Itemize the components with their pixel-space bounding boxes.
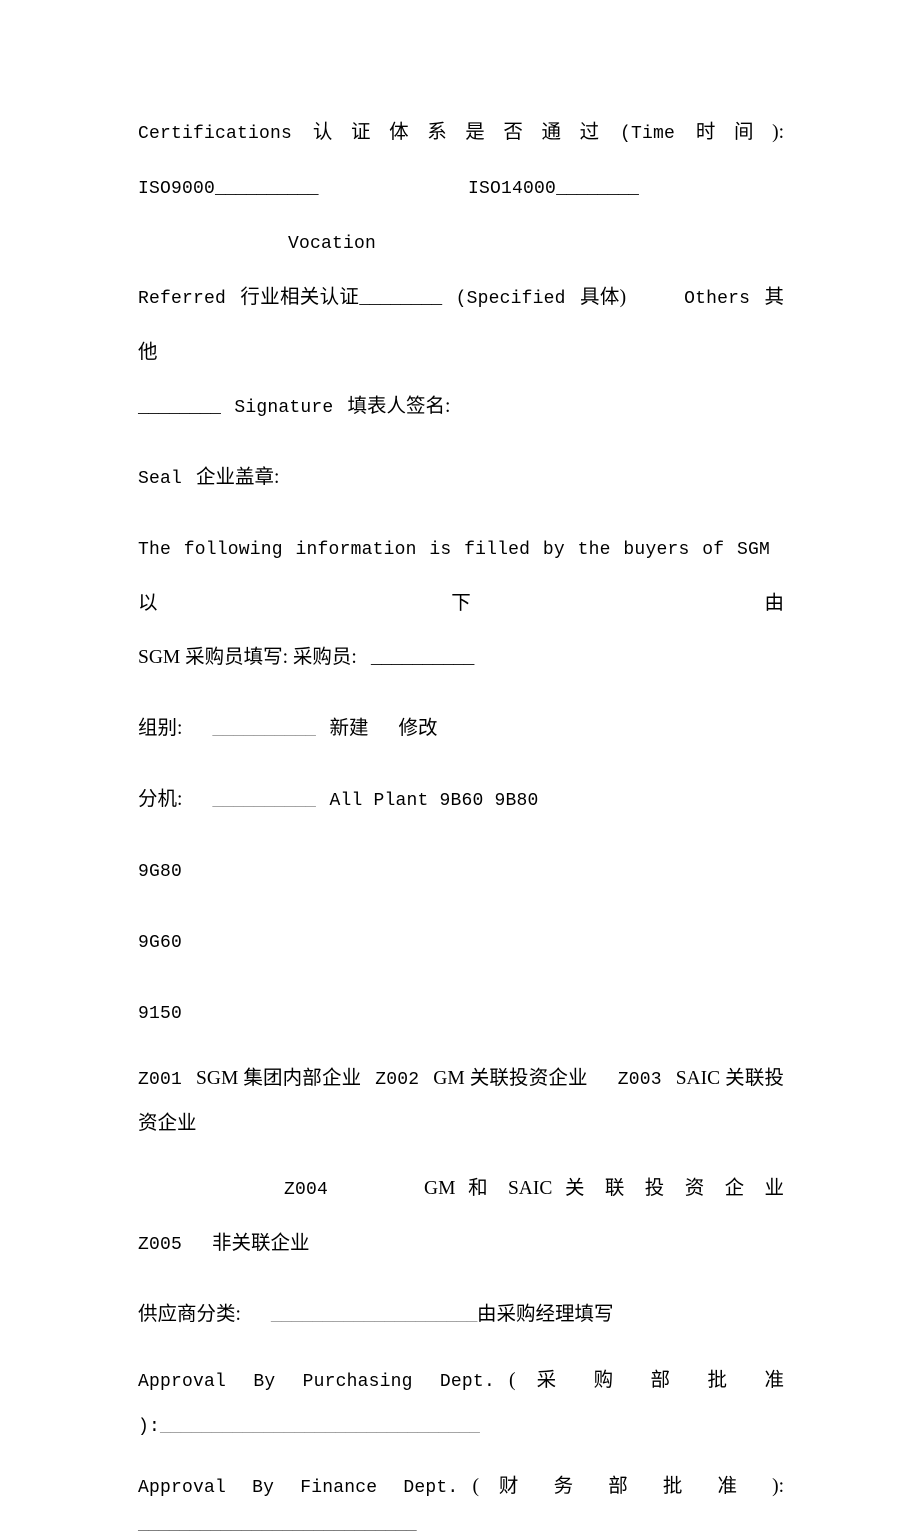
iso14000-label: ISO14000 [468, 179, 557, 199]
approval-finance-en: Approval By Finance Dept. [138, 1478, 459, 1498]
certifications-line-4: ________ Signature 填表人签名: [138, 380, 784, 435]
approval-finance-paragraph: Approval By Finance Dept.( 财 务 部 批 准 ): … [138, 1465, 784, 1540]
specified-zh: 具体) [579, 287, 627, 308]
approval-purchasing-en: Approval By Purchasing Dept. [138, 1372, 495, 1392]
extension-blank[interactable]: __________ [212, 791, 316, 811]
plant-code-2-paragraph: 9150 [138, 986, 784, 1041]
group-blank[interactable]: __________ [212, 720, 316, 740]
extension-label: 分机: [138, 789, 183, 810]
vendor-class-z003-label-line2: 资企业 [138, 1113, 197, 1134]
vendor-class-paragraph: Z001 SGM 集团内部企业 Z002 GM 关联投资企业 Z003 SAIC 关联投 … [138, 1057, 784, 1146]
supplier-category-label: 供应商分类: [138, 1304, 241, 1325]
approval-finance-line-1: Approval By Finance Dept. ( 财 务 部 批 准 ): [138, 1465, 784, 1510]
vendor-class-z001-code: Z001 [138, 1070, 183, 1090]
vendor-class-z003-code: Z003 [617, 1070, 662, 1090]
certifications-time-zh: 时 间 ): [689, 122, 784, 143]
supplier-category-note: 由采购经理填写 [476, 1304, 614, 1325]
buyer-name-blank[interactable]: __________ [371, 649, 475, 669]
group-paragraph: 组别: __________ 新建 修改 [138, 702, 784, 757]
vendor-class-z001-label: SGM 集团内部企业 [196, 1068, 362, 1089]
vendor-class-z002-code: Z002 [375, 1070, 420, 1090]
certifications-label-zh: 认 证 体 系 是 否 通 过 [306, 122, 606, 143]
group-label: 组别: [138, 718, 183, 739]
vocation-word: Vocation [288, 234, 377, 254]
supplier-category-paragraph: 供应商分类: ____________________由采购经理填写 [138, 1288, 784, 1343]
buyers-intro-line-1: The following information is filled by t… [138, 522, 784, 631]
signature-label-zh: 填表人签名: [347, 396, 451, 417]
buyers-intro-line-2: SGM 采购员填写: 采购员: __________ [138, 631, 784, 686]
approval-finance-zh: ( 财 务 部 批 准 ): [472, 1476, 785, 1497]
supplier-category-blank[interactable]: ____________________ [271, 1306, 478, 1326]
approval-purchasing-blank[interactable]: _______________________________ [160, 1417, 480, 1437]
approval-purchasing-close: ): [138, 1417, 161, 1437]
document-body: Certifications 认 证 体 系 是 否 通 过 (Time 时 间 ):… [138, 106, 784, 1540]
vendor-class-z004-line: Z004 GM 和 SAIC 关 联 投 资 企 业 [138, 1162, 784, 1217]
certifications-line-1: Certifications 认 证 体 系 是 否 通 过 (Time 时 间 ): [138, 106, 784, 161]
seal-label-en: Seal [138, 469, 183, 489]
buyers-intro-en: The following information is filled by t… [138, 540, 770, 560]
iso14000-blank[interactable]: ________ [556, 179, 639, 199]
vendor-class-z002-label: GM 关联投资企业 [433, 1068, 588, 1089]
certifications-label-en: Certifications [138, 124, 293, 144]
certifications-line-2: ISO9000__________ ISO14000________ Vocatio… [138, 161, 784, 271]
approval-purchasing-zh: ( 采 购 部 批 准 [508, 1370, 784, 1391]
vendor-class-line-2: 资企业 [138, 1102, 784, 1146]
approval-finance-blank[interactable]: ___________________________ [138, 1510, 784, 1540]
vendor-class-z005-code: Z005 [138, 1235, 183, 1255]
others-en: Others [684, 289, 751, 309]
document-page: Certifications 认 证 体 系 是 否 通 过 (Time 时 间 ):… [0, 0, 920, 1535]
buyers-intro-zh-2: SGM 采购员填写: 采购员: [138, 647, 357, 668]
buyers-intro-zh-1: 以下由 [138, 593, 784, 614]
referred-word: Referred [138, 289, 227, 309]
certifications-line-3: Referred 行业相关认证________ (Specified 具体) Other… [138, 271, 784, 380]
referred-label-zh: 行业相关认证 [240, 287, 360, 308]
vendor-class-line-1: Z001 SGM 集团内部企业 Z002 GM 关联投资企业 Z003 SAIC 关联投 [138, 1057, 784, 1102]
plant-code-1-paragraph: 9G60 [138, 915, 784, 970]
plant-code-0: 9G80 [138, 862, 183, 882]
signature-blank[interactable]: ________ [138, 398, 221, 418]
extension-paragraph: 分机: __________ All Plant 9B60 9B80 [138, 773, 784, 828]
plant-code-0-paragraph: 9G80 [138, 844, 784, 899]
vendor-class-z005-paragraph: Z005 非关联企业 [138, 1217, 784, 1272]
approval-purchasing-line-2: ):_______________________________ [138, 1404, 784, 1449]
certifications-paragraph: Certifications 认 证 体 系 是 否 通 过 (Time 时 间 ):… [138, 106, 784, 435]
seal-label-zh: 企业盖章: [196, 467, 280, 488]
plant-code-1: 9G60 [138, 933, 183, 953]
vendor-class-z004-code: Z004 [284, 1180, 329, 1200]
seal-paragraph: Seal 企业盖章: [138, 451, 784, 506]
certifications-time-en: (Time [619, 124, 675, 144]
group-option-modify[interactable]: 修改 [398, 718, 437, 739]
plant-code-2: 9150 [138, 1004, 183, 1024]
approval-purchasing-line-1: Approval By Purchasing Dept. ( 采 购 部 批 准 [138, 1359, 784, 1404]
referred-blank[interactable]: ________ [359, 289, 442, 309]
buyers-intro-paragraph: The following information is filled by t… [138, 522, 784, 686]
iso9000-label: ISO9000 [138, 179, 216, 199]
specified-en: (Specified [455, 289, 566, 309]
vendor-class-z005-label: 非关联企业 [212, 1233, 310, 1254]
approval-purchasing-paragraph: Approval By Purchasing Dept.( 采 购 部 批 准 … [138, 1359, 784, 1449]
vendor-class-z004-label: GM 和 SAIC 关 联 投 资 企 业 [424, 1178, 784, 1199]
group-option-new[interactable]: 新建 [329, 718, 368, 739]
iso9000-blank[interactable]: __________ [215, 179, 319, 199]
signature-label-en: Signature [234, 398, 334, 418]
vendor-class-z004-paragraph: Z004 GM 和 SAIC 关 联 投 资 企 业 [138, 1162, 784, 1217]
vendor-class-z003-label-line1: SAIC 关联投 [675, 1068, 784, 1089]
extension-options: All Plant 9B60 9B80 [329, 791, 539, 811]
